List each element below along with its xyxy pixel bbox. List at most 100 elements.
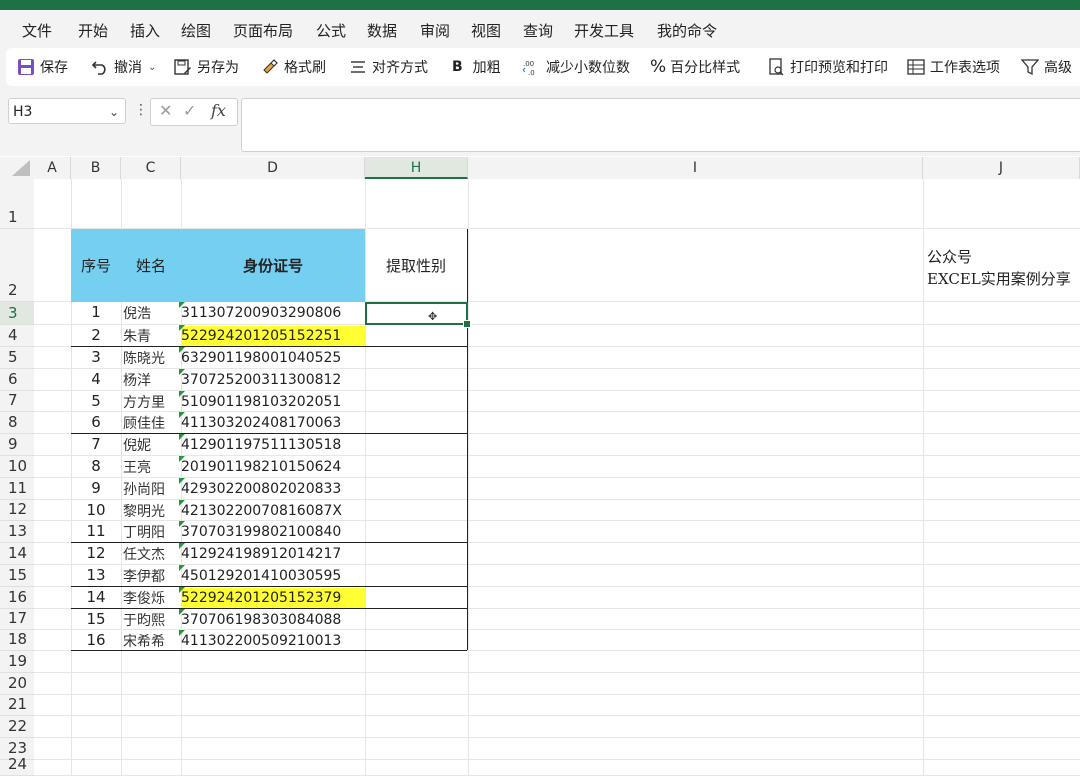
row-header[interactable]: 22 (0, 716, 34, 738)
id-cell[interactable]: 522924201205152379 (181, 590, 341, 606)
id-cell[interactable]: 510901198103202051 (181, 394, 341, 410)
name-cell[interactable]: 倪妮 (123, 435, 173, 455)
name-cell[interactable]: 李俊烁 (123, 588, 173, 608)
name-cell[interactable]: 王亮 (123, 457, 173, 477)
menu-item[interactable]: 页面布局 (233, 20, 293, 41)
seq-cell[interactable]: 8 (71, 457, 121, 475)
name-cell[interactable]: 杨洋 (123, 370, 173, 390)
align-button[interactable]: 对齐方式 (348, 56, 428, 78)
row-header[interactable]: 24 (0, 755, 34, 776)
name-cell[interactable]: 李伊都 (123, 566, 173, 586)
name-cell[interactable]: 朱青 (123, 326, 173, 346)
seq-cell[interactable]: 10 (71, 501, 121, 519)
formula-input[interactable] (241, 98, 1080, 152)
column-header[interactable]: B (71, 157, 121, 179)
print-preview-button[interactable]: 打印预览和打印 (766, 56, 888, 78)
id-cell[interactable]: 429302200802020833 (181, 481, 341, 497)
id-cell[interactable]: 411303202408170063 (181, 415, 341, 431)
name-cell[interactable]: 黎明光 (123, 501, 173, 521)
advanced-filter-button[interactable]: 高级 (1020, 56, 1072, 78)
seq-cell[interactable]: 12 (71, 544, 121, 562)
active-cell-h3[interactable] (365, 302, 468, 325)
row-header[interactable]: 9 (0, 434, 34, 456)
id-cell[interactable]: 370703199802100840 (181, 524, 341, 540)
name-cell[interactable]: 陈晓光 (123, 348, 173, 368)
cancel-icon[interactable]: ✕ (159, 101, 172, 120)
name-cell[interactable]: 任文杰 (123, 544, 173, 564)
menu-item[interactable]: 视图 (471, 20, 501, 41)
seq-cell[interactable]: 9 (71, 479, 121, 497)
sheet-options-button[interactable]: 工作表选项 (906, 56, 1000, 78)
seq-cell[interactable]: 3 (71, 348, 121, 366)
row-header[interactable]: 19 (0, 651, 34, 673)
row-header[interactable]: 3 (0, 302, 34, 325)
row-header[interactable]: 5 (0, 347, 34, 369)
name-cell[interactable]: 丁明阳 (123, 522, 173, 542)
row-header[interactable]: 16 (0, 587, 34, 609)
chevron-down-icon[interactable]: ⌄ (109, 99, 119, 125)
seq-cell[interactable]: 16 (71, 631, 121, 649)
id-cell[interactable]: 450129201410030595 (181, 568, 341, 584)
save-button[interactable]: 保存 (16, 56, 68, 78)
id-cell[interactable]: 370706198303084088 (181, 612, 341, 628)
column-header[interactable]: J (923, 157, 1080, 179)
row-header[interactable]: 2 (0, 229, 34, 302)
seq-cell[interactable]: 15 (71, 610, 121, 628)
name-cell[interactable]: 顾佳佳 (123, 413, 173, 433)
row-header[interactable]: 13 (0, 521, 34, 543)
column-header[interactable]: H (365, 157, 468, 179)
confirm-icon[interactable]: ✓ (183, 101, 196, 120)
row-header[interactable]: 4 (0, 325, 34, 347)
menu-item[interactable]: 数据 (367, 20, 397, 41)
seq-cell[interactable]: 13 (71, 566, 121, 584)
row-header[interactable]: 17 (0, 609, 34, 630)
seq-cell[interactable]: 11 (71, 522, 121, 540)
id-cell[interactable]: 201901198210150624 (181, 459, 341, 475)
seq-cell[interactable]: 7 (71, 435, 121, 453)
seq-cell[interactable]: 5 (71, 392, 121, 410)
chevron-down-icon[interactable]: ⌄ (148, 62, 156, 73)
id-cell[interactable]: 411302200509210013 (181, 633, 341, 649)
row-header[interactable]: 1 (0, 179, 34, 229)
function-icon[interactable]: fx (211, 101, 226, 120)
id-cell[interactable]: 311307200903290806 (181, 305, 341, 321)
id-cell[interactable]: 632901198001040525 (181, 350, 341, 366)
name-cell[interactable]: 孙尚阳 (123, 479, 173, 499)
menu-item[interactable]: 审阅 (420, 20, 450, 41)
seq-cell[interactable]: 6 (71, 413, 121, 431)
name-cell[interactable]: 倪浩 (123, 303, 173, 323)
fill-handle[interactable] (463, 320, 471, 328)
row-header[interactable]: 10 (0, 456, 34, 478)
menu-item[interactable]: 绘图 (181, 20, 211, 41)
seq-cell[interactable]: 4 (71, 370, 121, 388)
menu-item[interactable]: 开发工具 (574, 20, 634, 41)
name-cell[interactable]: 宋希希 (123, 631, 173, 651)
format-painter-button[interactable]: 格式刷 (260, 56, 326, 78)
seq-cell[interactable]: 14 (71, 588, 121, 606)
row-header[interactable]: 12 (0, 500, 34, 521)
menu-item[interactable]: 插入 (130, 20, 160, 41)
percent-style-button[interactable]: % 百分比样式 (650, 56, 740, 78)
column-header[interactable]: C (121, 157, 181, 179)
column-header[interactable]: D (181, 157, 365, 179)
row-header[interactable]: 15 (0, 565, 34, 587)
seq-cell[interactable]: 2 (71, 326, 121, 344)
row-header[interactable]: 14 (0, 543, 34, 565)
menu-item[interactable]: 开始 (78, 20, 108, 41)
name-cell[interactable]: 于昀熙 (123, 610, 173, 630)
name-cell[interactable]: 方方里 (123, 392, 173, 412)
id-cell[interactable]: 370725200311300812 (181, 372, 341, 388)
decrease-decimal-button[interactable]: .00.0 减少小数位数 (522, 56, 630, 78)
menu-item[interactable]: 公式 (316, 20, 346, 41)
row-header[interactable]: 21 (0, 695, 34, 716)
id-cell[interactable]: 42130220070816087X (181, 503, 342, 519)
menu-item[interactable]: 我的命令 (657, 20, 717, 41)
id-cell[interactable]: 412924198912014217 (181, 546, 341, 562)
row-header[interactable]: 7 (0, 391, 34, 412)
column-header[interactable]: A (34, 157, 71, 179)
id-cell[interactable]: 412901197511130518 (181, 437, 341, 453)
save-as-button[interactable]: 另存为 (173, 56, 239, 78)
row-header[interactable]: 18 (0, 630, 34, 651)
more-icon[interactable]: ⋮ (134, 102, 148, 118)
row-header[interactable]: 20 (0, 673, 34, 695)
